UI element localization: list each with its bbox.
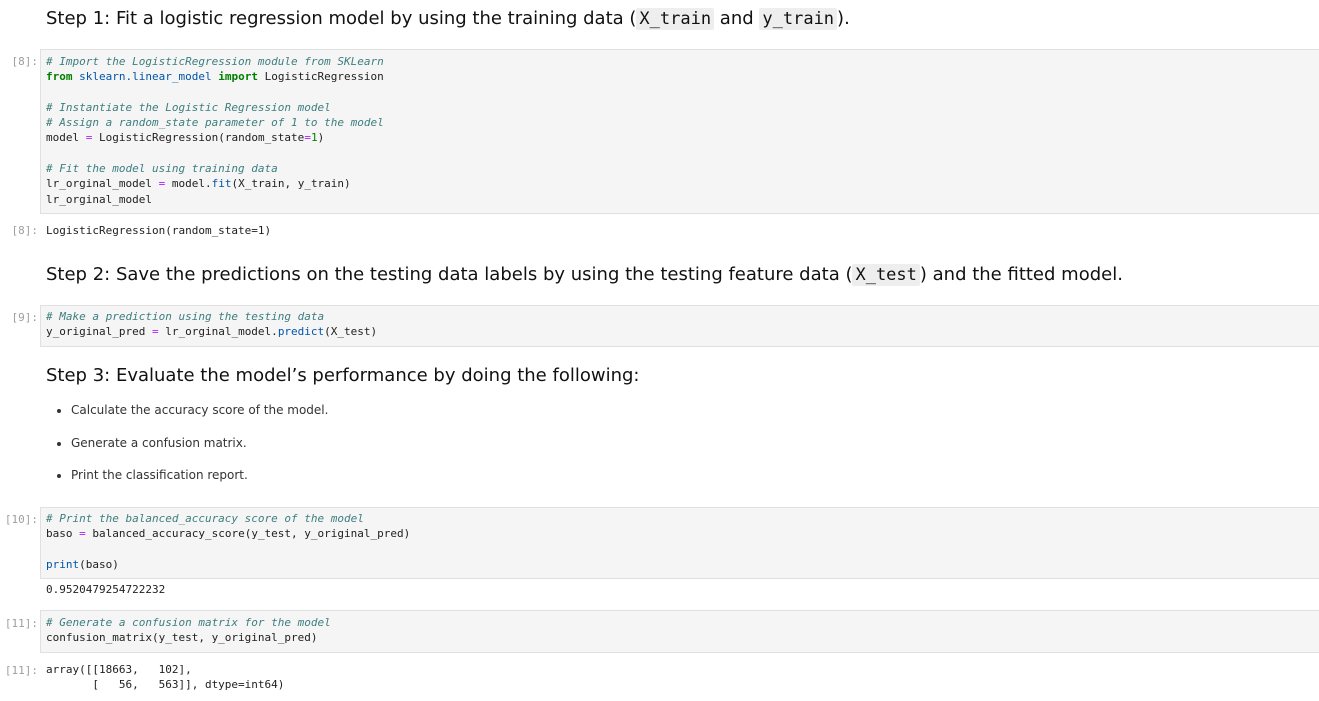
call-confusion-matrix: confusion_matrix(y_test, y_original_pred…: [46, 631, 318, 645]
cell10-output: 0.9520479254722232: [46, 583, 166, 596]
fn-fit: fit: [211, 177, 232, 191]
matrix-row-1: array([[18663, 102],: [46, 663, 192, 676]
print-args: (baso): [79, 557, 119, 571]
call-balanced-accuracy: balanced_accuracy_score(y_test, y_origin…: [92, 527, 411, 541]
step1-text-a: Step 1: Fit a logistic regression model …: [46, 8, 637, 29]
module-name: sklearn.linear_model: [79, 70, 212, 84]
op-assign: =: [85, 131, 93, 145]
step2-text-a: Step 2: Save the predictions on the test…: [46, 264, 853, 285]
list-item: Print the classification report.: [71, 459, 328, 492]
step1-heading: Step 1: Fit a logistic regression model …: [46, 8, 850, 30]
step1-code-x-train: X_train: [636, 8, 715, 30]
cell8-output: LogisticRegression(random_state=1): [46, 224, 272, 237]
cell8-comment-3: # Instantiate the Logistic Regression mo…: [46, 100, 331, 114]
cell8-comment-6: # Fit the model using training data: [46, 162, 278, 176]
fn-predict: predict: [277, 325, 325, 339]
cell8-comment-1: # Import the LogisticRegression module f…: [46, 55, 384, 68]
fn-print: print: [46, 557, 80, 571]
cell11-code[interactable]: # Generate a confusion matrix for the mo…: [46, 615, 331, 646]
cell10-code[interactable]: # Print the balanced_accuracy score of t…: [46, 511, 410, 572]
step1-text-c: ).: [837, 8, 850, 29]
predict-args: (X_test): [324, 325, 378, 339]
kw-import: import: [218, 70, 258, 84]
step2-text-b: ) and the fitted model.: [919, 264, 1123, 285]
list-item: Calculate the accuracy score of the mode…: [71, 394, 328, 427]
step2-code-x-test: X_test: [852, 264, 920, 286]
cell8-output-prompt: [8]:: [11, 224, 39, 237]
cell9-input-prompt: [9]:: [11, 311, 39, 324]
cell8-comment-4: # Assign a random_state parameter of 1 t…: [46, 116, 384, 130]
list-item: Generate a confusion matrix.: [71, 427, 328, 460]
cell11-comment: # Generate a confusion matrix for the mo…: [46, 616, 331, 629]
step2-heading: Step 2: Save the predictions on the test…: [46, 264, 1123, 286]
paren-close: ): [317, 131, 325, 145]
num-literal: 1: [310, 131, 318, 145]
cell11-output-prompt: [11]:: [4, 664, 38, 677]
step1-code-y-train: y_train: [759, 8, 838, 30]
op-kwarg: =: [304, 131, 311, 145]
model-ref: model.: [171, 177, 212, 191]
cell9-code[interactable]: # Make a prediction using the testing da…: [46, 309, 377, 340]
cell8-input-prompt: [8]:: [11, 55, 39, 68]
lr-model-ref: lr_orginal_model.: [165, 325, 278, 339]
call-logreg: LogisticRegression(random_state: [99, 131, 305, 145]
op-assign-2: =: [158, 177, 166, 191]
op-assign-4: =: [79, 527, 86, 541]
cell8-code[interactable]: # Import the LogisticRegression module f…: [46, 54, 384, 207]
import-name: LogisticRegression: [264, 70, 384, 84]
var-lr-model: lr_orginal_model: [46, 177, 152, 191]
kw-from: from: [46, 70, 73, 84]
var-baso: baso: [46, 527, 73, 541]
cell10-input-prompt: [10]:: [4, 513, 38, 526]
op-assign-3: =: [151, 325, 159, 339]
var-model: model: [46, 131, 80, 145]
step3-heading: Step 3: Evaluate the model’s performance…: [46, 365, 640, 386]
var-y-pred: y_original_pred: [46, 325, 146, 339]
cell9-comment: # Make a prediction using the testing da…: [46, 310, 325, 323]
step3-list: Calculate the accuracy score of the mode…: [46, 394, 328, 492]
step1-text-b: and: [714, 8, 760, 29]
matrix-row-2: [ 56, 563]], dtype=int64): [46, 678, 285, 692]
cell10-comment: # Print the balanced_accuracy score of t…: [46, 512, 364, 525]
expr-lr-model: lr_orginal_model: [46, 192, 152, 206]
fit-args: (X_train, y_train): [231, 177, 351, 191]
cell11-output: array([[18663, 102], [ 56, 563]], dtype=…: [46, 662, 284, 693]
cell11-input-prompt: [11]:: [4, 617, 38, 630]
